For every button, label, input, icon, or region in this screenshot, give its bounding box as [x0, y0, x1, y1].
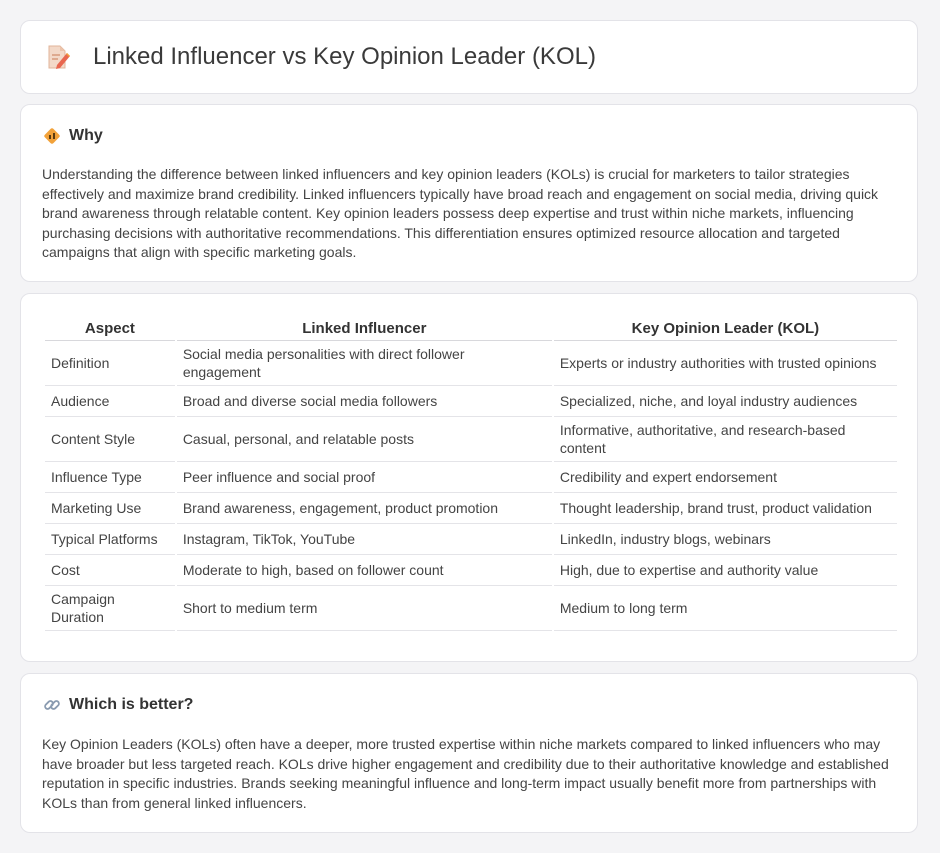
comparison-table: Aspect Linked Influencer Key Opinion Lea… — [43, 316, 899, 631]
row-kol: High, due to expertise and authority val… — [553, 555, 897, 586]
better-heading: Which is better? — [43, 696, 193, 714]
column-header-linked-influencer: Linked Influencer — [176, 316, 552, 341]
why-body: Understanding the difference between lin… — [42, 166, 879, 260]
header-card: Linked Influencer vs Key Opinion Leader … — [20, 20, 918, 94]
row-linked-influencer: Peer influence and social proof — [176, 462, 552, 493]
row-kol: Credibility and expert endorsement — [553, 462, 897, 493]
table-row: Campaign Duration Short to medium term M… — [45, 586, 897, 631]
table-row: Marketing Use Brand awareness, engagemen… — [45, 493, 897, 524]
page-title: Linked Influencer vs Key Opinion Leader … — [93, 43, 596, 70]
table-row: Cost Moderate to high, based on follower… — [45, 555, 897, 586]
column-header-kol: Key Opinion Leader (KOL) — [553, 316, 897, 341]
row-aspect: Cost — [45, 555, 175, 586]
table-header-row: Aspect Linked Influencer Key Opinion Lea… — [45, 316, 897, 341]
table-row: Content Style Casual, personal, and rela… — [45, 417, 897, 462]
row-aspect: Campaign Duration — [45, 586, 175, 631]
table-row: Definition Social media personalities wi… — [45, 341, 897, 386]
row-kol: Informative, authoritative, and research… — [553, 417, 897, 462]
diamond-sign-icon — [43, 127, 61, 145]
row-linked-influencer: Brand awareness, engagement, product pro… — [176, 493, 552, 524]
why-card: Why Understanding the difference between… — [20, 104, 918, 282]
row-linked-influencer: Casual, personal, and relatable posts — [176, 417, 552, 462]
row-kol: Specialized, niche, and loyal industry a… — [553, 386, 897, 417]
row-linked-influencer: Instagram, TikTok, YouTube — [176, 524, 552, 555]
better-title: Which is better? — [69, 696, 194, 713]
why-title: Why — [69, 127, 103, 144]
link-icon — [43, 696, 61, 714]
row-aspect: Marketing Use — [45, 493, 175, 524]
column-header-aspect: Aspect — [45, 316, 175, 341]
row-aspect: Definition — [45, 341, 175, 386]
row-kol: Experts or industry authorities with tru… — [553, 341, 897, 386]
row-kol: Medium to long term — [553, 586, 897, 631]
row-linked-influencer: Social media personalities with direct f… — [176, 341, 552, 386]
page-title-row: Linked Influencer vs Key Opinion Leader … — [45, 43, 596, 71]
row-aspect: Content Style — [45, 417, 175, 462]
which-is-better-card: Which is better? Key Opinion Leaders (KO… — [20, 673, 918, 833]
row-linked-influencer: Moderate to high, based on follower coun… — [176, 555, 552, 586]
row-kol: Thought leadership, brand trust, product… — [553, 493, 897, 524]
row-linked-influencer: Broad and diverse social media followers — [176, 386, 552, 417]
row-aspect: Audience — [45, 386, 175, 417]
table-row: Influence Type Peer influence and social… — [45, 462, 897, 493]
better-body: Key Opinion Leaders (KOLs) often have a … — [42, 736, 889, 811]
row-linked-influencer: Short to medium term — [176, 586, 552, 631]
row-aspect: Influence Type — [45, 462, 175, 493]
why-heading: Why — [43, 127, 103, 145]
table-row: Audience Broad and diverse social media … — [45, 386, 897, 417]
row-aspect: Typical Platforms — [45, 524, 175, 555]
document-pencil-icon — [45, 44, 71, 70]
table-row: Typical Platforms Instagram, TikTok, You… — [45, 524, 897, 555]
table-card: Aspect Linked Influencer Key Opinion Lea… — [20, 293, 918, 662]
row-kol: LinkedIn, industry blogs, webinars — [553, 524, 897, 555]
